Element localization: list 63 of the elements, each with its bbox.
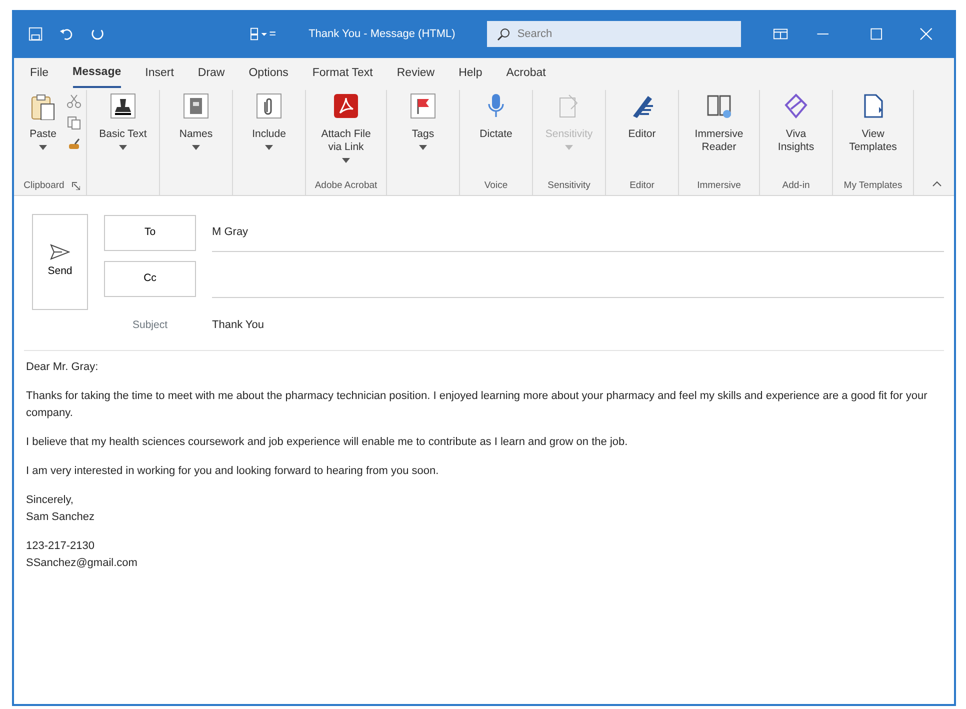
copy-icon[interactable] <box>67 116 81 130</box>
body-text: Sam Sanchez <box>26 510 96 526</box>
ribbon-tab[interactable]: Acrobat <box>506 63 546 88</box>
send-icon <box>50 244 70 260</box>
stamp-icon <box>109 92 137 120</box>
address-book-icon <box>182 92 210 120</box>
ribbon-button[interactable]: Paste <box>23 90 63 177</box>
pdf-icon <box>332 92 360 120</box>
toolbar-icon[interactable] <box>250 26 277 42</box>
format-painter-icon[interactable] <box>67 138 81 152</box>
save-icon[interactable] <box>28 26 44 42</box>
recipient-field[interactable]: M Gray <box>212 214 944 252</box>
recipient-button[interactable]: Cc <box>104 261 196 297</box>
group-label: Voice <box>484 178 508 193</box>
group-label: Adobe Acrobat <box>314 178 378 193</box>
ribbon-button[interactable]: Names <box>165 90 227 177</box>
window-title: Thank You - Message (HTML) <box>308 26 456 42</box>
ribbon-tab[interactable]: Options <box>248 63 288 88</box>
ribbon-tab[interactable]: Help <box>458 63 482 88</box>
body-text: Dear Mr. Gray: <box>26 360 100 375</box>
body-text: SSanchez@gmail.com <box>26 556 138 572</box>
body-text: Sincerely, <box>26 493 74 508</box>
search-field[interactable]: Search <box>487 21 742 47</box>
flag-icon <box>409 92 437 120</box>
group-label: Sensitivity <box>548 178 590 193</box>
ribbon-button[interactable]: Immersive Reader <box>684 90 754 177</box>
group-label: Clipboard <box>24 178 64 193</box>
ribbon-button[interactable]: Viva Insights <box>765 90 827 177</box>
collapse-ribbon-icon[interactable] <box>932 181 942 187</box>
ribbon-tab[interactable]: Insert <box>145 63 174 88</box>
ribbon-button[interactable]: Include <box>238 90 300 177</box>
field-value: M Gray <box>212 225 248 240</box>
group-label: Immersive <box>697 178 741 193</box>
ribbon-tab[interactable]: Format Text <box>312 63 373 88</box>
field-value: Thank You <box>212 318 264 333</box>
ribbon-button[interactable]: Basic Text <box>92 90 154 177</box>
send-button[interactable]: Send <box>32 214 88 310</box>
body-text: Thanks for taking the time to meet with me about the pharmacy technician position. I enjoyed learning more about your pharmacy and feel my skills and experience are a good fit for your company. <box>26 389 928 422</box>
undo-icon[interactable] <box>59 26 74 42</box>
ribbon-button[interactable]: Tags <box>392 90 454 177</box>
ribbon-button[interactable]: View Templates <box>838 90 908 177</box>
body-text: I believe that my health sciences coursework and job experience will enable me to contribute as I learn and grow on the job. <box>26 435 629 450</box>
group-label: Editor <box>630 178 654 193</box>
field-label: Subject <box>131 318 169 333</box>
dialog-launcher-icon[interactable] <box>72 182 80 190</box>
ribbon-loop-icon <box>782 92 810 120</box>
ribbon-button[interactable]: Editor <box>611 90 673 177</box>
ribbon-tab[interactable]: Draw <box>198 63 225 88</box>
group-label: Add-in <box>782 178 810 193</box>
recipient-button[interactable]: To <box>104 215 196 251</box>
body-text: I am very interested in working for you and looking forward to hearing from you soon. <box>26 464 440 480</box>
ribbon-button[interactable]: Attach File via Link <box>311 90 381 177</box>
ribbon-tab[interactable]: Review <box>396 63 435 88</box>
cut-icon[interactable] <box>67 94 81 108</box>
ribbon-display-icon[interactable] <box>773 27 788 41</box>
ribbon-button[interactable]: Dictate <box>465 90 527 177</box>
group-label: My Templates <box>844 178 902 193</box>
search-icon <box>497 27 512 41</box>
clipboard-icon <box>29 92 57 120</box>
body-text: 123-217-2130 <box>26 539 96 554</box>
attachment-icon <box>255 92 283 120</box>
ribbon-tab[interactable]: File <box>30 63 49 88</box>
subject-field[interactable]: Thank You <box>212 306 944 344</box>
